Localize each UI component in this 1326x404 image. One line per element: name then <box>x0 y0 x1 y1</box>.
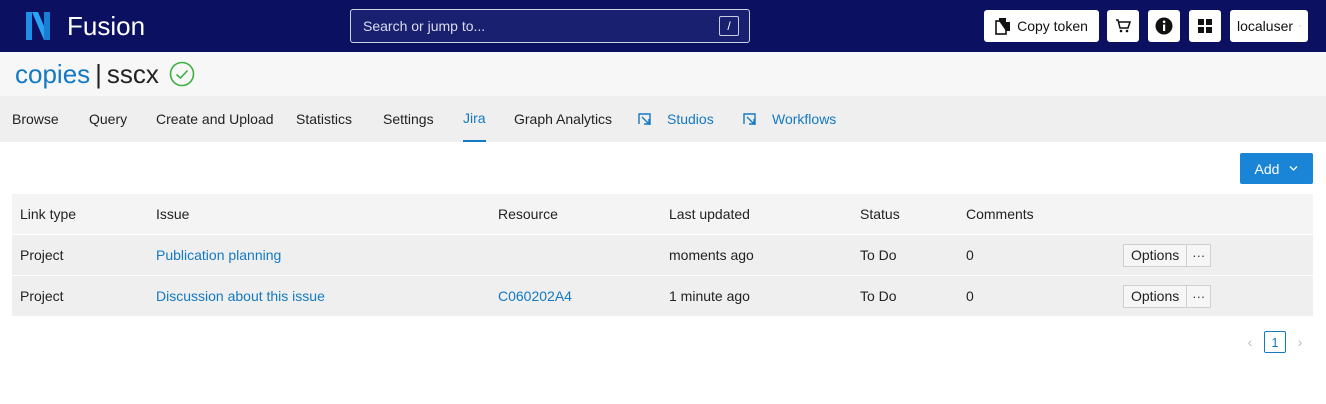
pagination: ‹ 1 › <box>1244 331 1306 353</box>
resource-name: sscx <box>106 58 159 89</box>
page-title: copies | sscx <box>0 52 1326 96</box>
brand-name: Fusion <box>67 11 146 41</box>
copy-token-label: Copy token <box>1017 18 1088 34</box>
column-header: Comments <box>966 206 1034 222</box>
row-actions: Options ··· <box>1123 284 1212 308</box>
link-type-cell: Project <box>20 247 64 263</box>
resource-link[interactable]: C060202A4 <box>498 288 572 304</box>
title-separator: | <box>95 58 102 89</box>
info-icon <box>1155 17 1173 35</box>
column-header: Issue <box>156 206 190 222</box>
chevron-right-icon[interactable]: › <box>1294 334 1306 350</box>
grid-icon <box>1198 19 1212 33</box>
tab-jira[interactable]: Jira <box>463 96 486 142</box>
comments-cell: 0 <box>966 288 974 304</box>
issue-link[interactable]: Publication planning <box>156 247 281 263</box>
last-updated-cell: 1 minute ago <box>669 288 750 304</box>
add-button[interactable]: Add <box>1240 153 1313 184</box>
table-row: Project Discussion about this issue C060… <box>12 275 1313 316</box>
chevron-left-icon[interactable]: ‹ <box>1244 334 1256 350</box>
jira-issues-table: Link type Issue Resource Last updated St… <box>12 194 1313 316</box>
user-name: localuser <box>1237 18 1294 34</box>
issue-link[interactable]: Discussion about this issue <box>156 288 325 304</box>
table-row: Project Publication planning moments ago… <box>12 234 1313 275</box>
more-options-button[interactable]: ··· <box>1187 284 1212 308</box>
search-input[interactable] <box>361 17 719 35</box>
search-shortcut-key: / <box>719 16 739 36</box>
top-navbar: Fusion / Copy token localuser <box>0 0 1326 52</box>
search-box[interactable]: / <box>350 9 750 43</box>
column-header: Last updated <box>669 206 750 222</box>
tab-create-and-upload[interactable]: Create and Upload <box>156 96 274 142</box>
info-button[interactable] <box>1148 10 1180 42</box>
external-link-icon <box>638 112 651 126</box>
check-circle-icon <box>169 61 195 87</box>
tab-bar: Browse Query Create and Upload Statistic… <box>0 96 1326 142</box>
column-header: Resource <box>498 206 558 222</box>
collection-link[interactable]: copies <box>15 59 90 90</box>
link-type-cell: Project <box>20 288 64 304</box>
status-cell: To Do <box>860 288 897 304</box>
tab-browse[interactable]: Browse <box>12 96 59 142</box>
chevron-down-icon <box>1289 166 1298 171</box>
column-header: Link type <box>20 206 77 222</box>
tab-workflows-label: Workflows <box>772 111 837 127</box>
copy-token-button[interactable]: Copy token <box>984 10 1099 42</box>
row-actions: Options ··· <box>1123 243 1212 267</box>
tab-statistics[interactable]: Statistics <box>296 96 352 142</box>
tab-settings[interactable]: Settings <box>383 96 434 142</box>
nexus-logo-icon[interactable] <box>24 10 52 42</box>
status-cell: To Do <box>860 247 897 263</box>
user-menu-button[interactable]: localuser <box>1230 10 1308 42</box>
cart-button[interactable] <box>1107 10 1139 42</box>
tab-graph-analytics[interactable]: Graph Analytics <box>514 96 612 142</box>
tab-query[interactable]: Query <box>89 96 127 142</box>
copy-icon <box>995 18 1011 35</box>
tab-studios-label: Studios <box>667 111 714 127</box>
tab-workflows[interactable]: Workflows <box>743 96 836 142</box>
options-button[interactable]: Options <box>1123 284 1188 308</box>
apps-grid-button[interactable] <box>1189 10 1221 42</box>
last-updated-cell: moments ago <box>669 247 754 263</box>
more-options-button[interactable]: ··· <box>1187 243 1212 267</box>
comments-cell: 0 <box>966 247 974 263</box>
column-header: Status <box>860 206 900 222</box>
add-button-label: Add <box>1254 160 1280 177</box>
tab-studios[interactable]: Studios <box>638 96 714 142</box>
table-header: Link type Issue Resource Last updated St… <box>12 194 1313 234</box>
chevron-down-icon <box>1299 25 1301 27</box>
page-number-button[interactable]: 1 <box>1264 331 1286 353</box>
cart-icon <box>1116 19 1131 33</box>
external-link-icon <box>743 112 756 126</box>
options-button[interactable]: Options <box>1123 243 1188 267</box>
